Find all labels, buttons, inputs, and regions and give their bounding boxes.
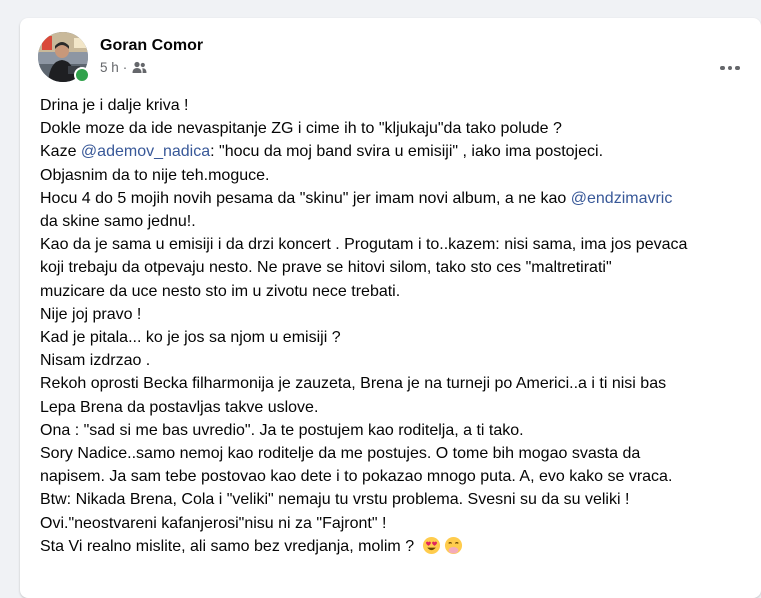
post-text-line: Ovi."neostvareni kafanjerosi"nisu ni za … [40,512,740,535]
post-text-segment: Dokle moze da ide nevaspitanje ZG i cime… [40,120,562,138]
post-timestamp[interactable]: 5 h [100,60,119,75]
post-text-line: Sta Vi realno mislite, ali samo bez vred… [40,535,740,562]
post-text-line: Kaze @ademov_nadica: "hocu da moj band s… [40,140,740,163]
post-text-line: muzicare da uce nesto sto im u zivotu ne… [40,280,740,303]
post-text-segment: Objasnim da to nije teh.moguce. [40,166,270,184]
post-text: Drina je i dalje kriva ! Dokle moze da id… [40,94,740,562]
post-text-segment: Sory Nadice..samo nemoj kao roditelje da… [40,445,641,463]
post-card: Goran Comor 5 h · Drina je i dalje kriva… [20,18,761,598]
friends-icon[interactable] [132,61,147,74]
post-text-segment: Nije joj pravo ! [40,305,142,323]
mention-link[interactable]: @ademov_nadica [81,143,210,160]
post-text-segment: napisem. Ja sam tebe postovao kao dete i… [40,468,673,486]
post-text-line: Drina je i dalje kriva ! [40,94,740,117]
post-text-line: Nisam izdrzao . [40,349,740,372]
post-meta: 5 h · [100,60,147,75]
post-text-segment: Nisam izdrzao . [40,352,151,370]
mention-link[interactable]: @endzimavric [571,190,673,207]
post-text-line: koji trebaju da otpevaju nesto. Ne prave… [40,256,740,279]
post-text-line: Kao da je sama u emisiji i da drzi konce… [40,233,740,256]
post-text-segment: Kaze [40,143,81,161]
post-text-line: Sory Nadice..samo nemoj kao roditelje da… [40,442,740,465]
heart-eyes-emoji [422,536,441,562]
post-text-line: Kad je pitala... ko je jos sa njom u emi… [40,326,740,349]
post-text-segment: Drina je i dalje kriva ! [40,97,189,114]
post-text-segment: Ona : "sad si me bas uvredio". Ja te pos… [40,421,524,439]
meta-separator: · [122,60,128,75]
author-name[interactable]: Goran Comor [100,37,203,55]
post-text-segment: : "hocu da moj band svira u emisiji" , i… [210,143,604,161]
post-text-line: Ona : "sad si me bas uvredio". Ja te pos… [40,419,740,442]
post-text-segment: Sta Vi realno mislite, ali samo bez vred… [40,537,419,555]
post-text-segment: muzicare da uce nesto sto im u zivotu ne… [40,282,401,300]
post-text-segment: Ovi."neostvareni kafanjerosi"nisu ni za … [40,514,387,532]
post-header: Goran Comor 5 h · [38,32,740,86]
post-text-line: da skine samo jednu!. [40,210,740,233]
post-text-segment: Rekoh oprosti Becka filharmonija je zauz… [40,375,667,393]
hand-over-mouth-emoji [444,536,463,562]
post-text-segment: koji trebaju da otpevaju nesto. Ne prave… [40,259,612,277]
post-text-line: Nije joj pravo ! [40,303,740,326]
post-text-segment: Lepa Brena da postavljas takve uslove. [40,398,319,416]
post-text-segment: Kao da je sama u emisiji i da drzi konce… [40,236,688,254]
post-text-segment: Btw: Nikada Brena, Cola i "veliki" nemaj… [40,491,630,509]
author-avatar[interactable] [38,32,90,83]
post-text-segment: Hocu 4 do 5 mojih novih pesama da "skinu… [40,189,571,207]
more-options-icon[interactable] [712,54,748,82]
online-status-indicator [74,67,90,83]
post-text-segment: Kad je pitala... ko je jos sa njom u emi… [40,329,341,347]
post-text-line: Hocu 4 do 5 mojih novih pesama da "skinu… [40,187,740,210]
post-text-line: Rekoh oprosti Becka filharmonija je zauz… [40,372,740,395]
post-text-line: Btw: Nikada Brena, Cola i "veliki" nemaj… [40,488,740,511]
post-text-line: Objasnim da to nije teh.moguce. [40,164,740,187]
post-text-segment: da skine samo jednu!. [40,213,196,231]
post-text-line: Dokle moze da ide nevaspitanje ZG i cime… [40,117,740,140]
post-text-line: napisem. Ja sam tebe postovao kao dete i… [40,465,740,488]
post-text-line: Lepa Brena da postavljas takve uslove. [40,396,740,419]
